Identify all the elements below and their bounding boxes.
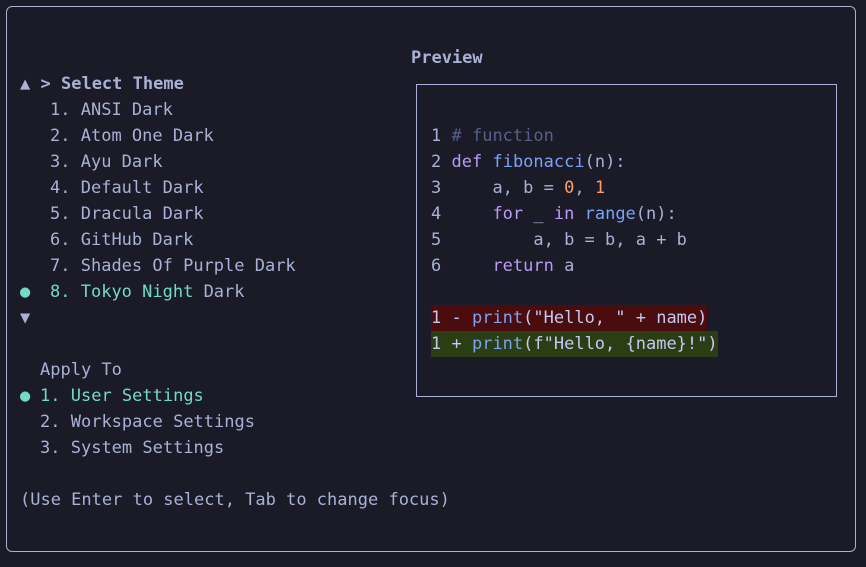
- selected-scope-marker: ●: [20, 386, 31, 406]
- code-line-4: 4 for _ in range(n):: [431, 204, 677, 224]
- scope-workspace-settings[interactable]: 2. Workspace Settings: [40, 409, 255, 435]
- theme-item-tokyo-night-dark[interactable]: 8. Tokyo Night Dark: [50, 279, 245, 305]
- selected-theme-marker: ●: [20, 282, 31, 302]
- code-line-6: 6 return a: [431, 256, 575, 276]
- apply-to-label: Apply To: [40, 360, 122, 380]
- preview-title: Preview: [411, 48, 483, 68]
- code-line-1: 1 # function: [431, 126, 554, 146]
- scope-system-settings[interactable]: 3. System Settings: [40, 435, 224, 461]
- scroll-down-indicator[interactable]: ▼: [20, 305, 30, 331]
- theme-item-atom-one-dark[interactable]: 2. Atom One Dark: [50, 123, 214, 149]
- theme-item-ayu-dark[interactable]: 3. Ayu Dark: [50, 149, 163, 175]
- select-theme-label: Select Theme: [60, 74, 184, 94]
- scope-user-settings[interactable]: 1. User Settings: [40, 383, 204, 409]
- code-line-2: 2 def fibonacci(n):: [431, 152, 626, 172]
- theme-item-shades-of-purple-dark[interactable]: 7. Shades Of Purple Dark: [50, 253, 296, 279]
- theme-item-dracula-dark[interactable]: 5. Dracula Dark: [50, 201, 204, 227]
- diff-added-line: 1 + print(f"Hello, {name}!"): [431, 331, 718, 357]
- theme-item-ansi-dark[interactable]: 1. ANSI Dark: [50, 97, 173, 123]
- diff-removed-line: 1 - print("Hello, " + name): [431, 305, 708, 331]
- theme-item-default-dark[interactable]: 4. Default Dark: [50, 175, 204, 201]
- theme-item-github-dark[interactable]: 6. GitHub Dark: [50, 227, 193, 253]
- focus-prompt-marker: >: [40, 74, 51, 94]
- keyboard-hint: (Use Enter to select, Tab to change focu…: [20, 490, 450, 510]
- code-line-3: 3 a, b = 0, 1: [431, 178, 606, 198]
- scroll-up-indicator[interactable]: ▲: [20, 71, 30, 97]
- select-theme-title: > Select Theme: [20, 45, 183, 94]
- code-line-5: 5 a, b = b, a + b: [431, 230, 687, 250]
